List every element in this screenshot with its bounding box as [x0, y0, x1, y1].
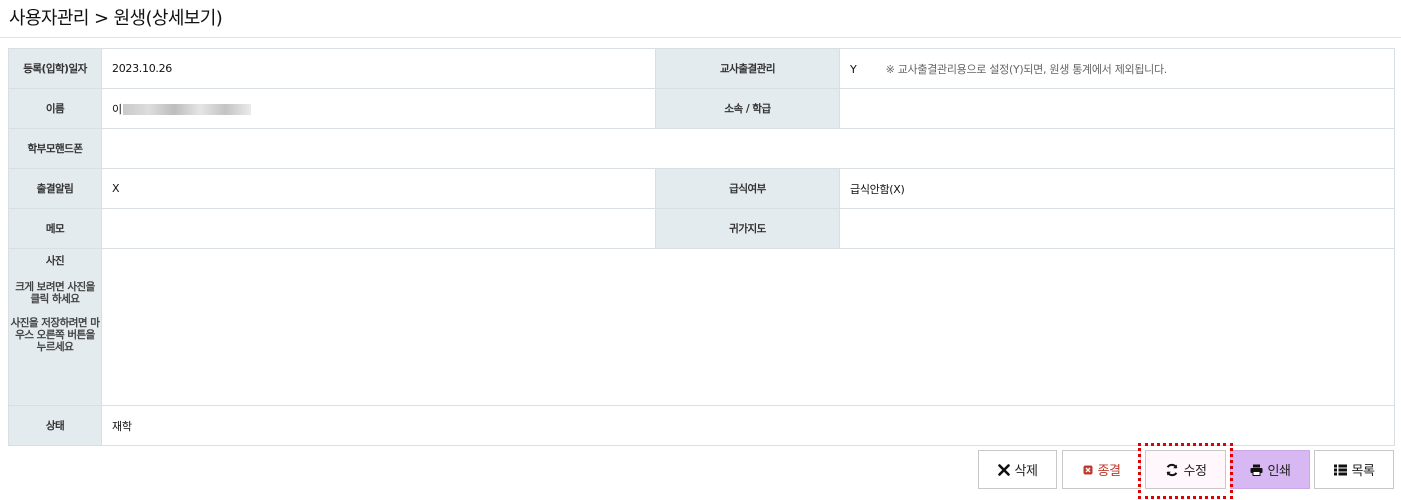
refresh-icon: [1165, 463, 1179, 477]
photo-help-save: 사진을 저장하려면 마우스 오른쪽 버튼을 누르세요: [10, 317, 100, 353]
row-memo: 메모 귀가지도: [8, 208, 1395, 249]
breadcrumb-page: 원생(상세보기): [113, 8, 223, 29]
meal-value: 급식안함(X): [839, 168, 1395, 209]
print-button-label: 인쇄: [1267, 464, 1291, 479]
status-label: 상태: [8, 405, 102, 446]
end-button[interactable]: 종결: [1062, 450, 1141, 489]
row-parent-phone: 학부모핸드폰: [8, 128, 1395, 169]
printer-icon: [1250, 464, 1263, 476]
print-button[interactable]: 인쇄: [1230, 450, 1310, 489]
row-attendance-alert: 출결알림 X 급식여부 급식안함(X): [8, 168, 1395, 209]
row-reg-date: 등록(입학)일자 2023.10.26 교사출결관리 Y ※ 교사출결관리용으로…: [8, 48, 1395, 89]
photo-label-cell: 사진 크게 보려면 사진을 클릭 하세요 사진을 저장하려면 마우스 오른쪽 버…: [8, 248, 102, 406]
teacher-attendance-note: ※ 교사출결관리용으로 설정(Y)되면, 원생 통계에서 제외됩니다.: [885, 62, 1168, 76]
parent-phone-value: [101, 128, 1395, 169]
status-value: 재학: [101, 405, 1395, 446]
page-title: 사용자관리 > 원생(상세보기): [9, 4, 223, 30]
teacher-attendance-value: Y: [850, 62, 857, 76]
student-detail-table: 등록(입학)일자 2023.10.26 교사출결관리 Y ※ 교사출결관리용으로…: [8, 48, 1395, 446]
row-status: 상태 재학: [8, 405, 1395, 446]
name-value: 이: [112, 102, 122, 116]
close-icon: [997, 463, 1010, 476]
affiliation-label: 소속 / 학급: [655, 88, 840, 129]
teacher-attendance-cell: Y ※ 교사출결관리용으로 설정(Y)되면, 원생 통계에서 제외됩니다.: [839, 48, 1395, 89]
reg-date-label: 등록(입학)일자: [8, 48, 102, 89]
meal-label: 급식여부: [655, 168, 840, 209]
breadcrumb-separator: >: [93, 8, 109, 29]
end-x-icon: [1083, 465, 1093, 475]
teacher-attendance-label: 교사출결관리: [655, 48, 840, 89]
name-label: 이름: [8, 88, 102, 129]
row-photo: 사진 크게 보려면 사진을 클릭 하세요 사진을 저장하려면 마우스 오른쪽 버…: [8, 248, 1395, 406]
delete-button-label: 삭제: [1014, 464, 1038, 479]
name-redacted-blur: [122, 104, 251, 115]
home-guidance-value: [839, 208, 1395, 249]
parent-phone-label: 학부모핸드폰: [8, 128, 102, 169]
title-divider: [0, 37, 1401, 38]
list-button-label: 목록: [1351, 464, 1375, 479]
edit-button-label: 수정: [1183, 464, 1207, 479]
list-icon: [1333, 464, 1347, 476]
row-name: 이름 이 소속 / 학급: [8, 88, 1395, 129]
photo-help-enlarge: 크게 보려면 사진을 클릭 하세요: [15, 281, 95, 305]
attendance-alert-value: X: [101, 168, 656, 209]
edit-button[interactable]: 수정: [1145, 450, 1226, 489]
end-button-label: 종결: [1097, 464, 1121, 479]
memo-label: 메모: [8, 208, 102, 249]
home-guidance-label: 귀가지도: [655, 208, 840, 249]
reg-date-value: 2023.10.26: [101, 48, 656, 89]
delete-button[interactable]: 삭제: [978, 450, 1057, 489]
photo-label: 사진: [45, 255, 65, 267]
name-cell: 이: [101, 88, 656, 129]
memo-value: [101, 208, 656, 249]
photo-area[interactable]: [101, 248, 1395, 406]
breadcrumb-section: 사용자관리: [9, 8, 89, 29]
list-button[interactable]: 목록: [1314, 450, 1394, 489]
affiliation-value: [839, 88, 1395, 129]
attendance-alert-label: 출결알림: [8, 168, 102, 209]
